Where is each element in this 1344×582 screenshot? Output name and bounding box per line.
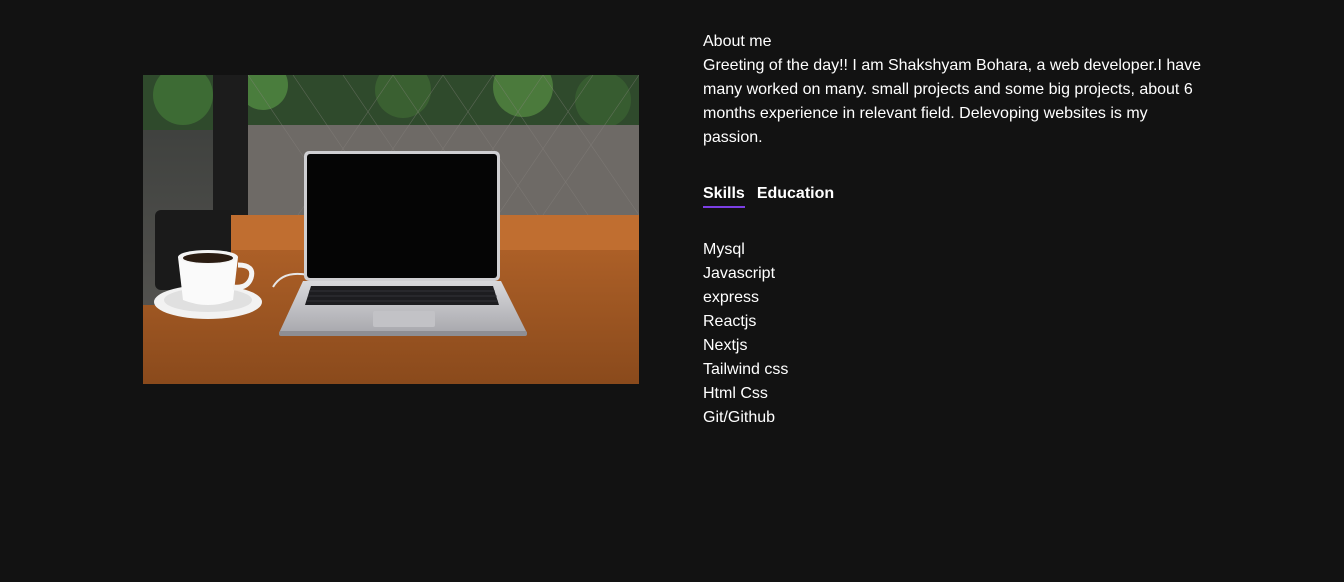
about-text: Greeting of the day!! I am Shakshyam Boh…	[703, 57, 1202, 146]
laptop-coffee-image	[143, 75, 639, 384]
list-item: Javascript	[703, 265, 776, 282]
list-item: express	[703, 289, 760, 306]
list-item: Nextjs	[703, 337, 748, 354]
list-item: Reactjs	[703, 313, 757, 330]
about-photo	[143, 75, 639, 384]
tab-skills[interactable]: Skills	[703, 182, 745, 208]
tab-bar: Skills Education	[703, 182, 834, 208]
tab-education[interactable]: Education	[757, 182, 834, 208]
list-item: Html Css	[703, 385, 768, 402]
skills-list: Mysql Javascript express Reactjs Nextjs …	[703, 238, 788, 430]
list-item: Tailwind css	[703, 361, 789, 378]
list-item: Git/Github	[703, 409, 776, 426]
list-item: Mysql	[703, 241, 745, 258]
about-section: About me Greeting of the day!! I am Shak…	[703, 30, 1203, 150]
about-title: About me	[703, 33, 772, 50]
